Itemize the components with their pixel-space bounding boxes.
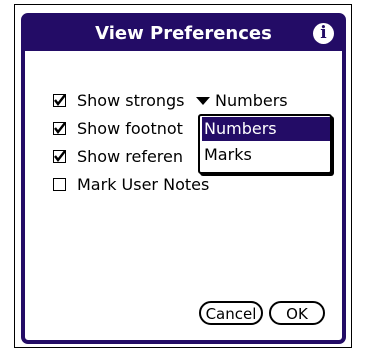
strongs-format-selector[interactable]: Numbers bbox=[196, 90, 288, 112]
checkbox-unchecked-icon[interactable] bbox=[53, 178, 66, 191]
checkbox-checked-icon[interactable] bbox=[53, 122, 66, 135]
option-label: Mark User Notes bbox=[77, 175, 210, 194]
strongs-format-popup: Numbers Marks bbox=[198, 114, 332, 174]
checkbox-checked-icon[interactable] bbox=[53, 94, 66, 107]
view-preferences-dialog: View Preferences i Show strongs Show foo… bbox=[21, 13, 346, 344]
option-label: Show referen bbox=[77, 147, 184, 166]
popup-option-numbers[interactable]: Numbers bbox=[202, 117, 330, 141]
triangle-down-icon bbox=[196, 96, 210, 105]
info-icon[interactable]: i bbox=[313, 23, 334, 44]
cancel-button[interactable]: Cancel bbox=[199, 301, 263, 325]
popup-option-marks[interactable]: Marks bbox=[202, 143, 330, 167]
dialog-title: View Preferences bbox=[95, 23, 272, 44]
checkbox-checked-icon[interactable] bbox=[53, 150, 66, 163]
title-bar: View Preferences i bbox=[25, 17, 342, 51]
ok-button[interactable]: OK bbox=[269, 301, 325, 325]
option-label: Show strongs bbox=[77, 91, 185, 110]
strongs-format-value: Numbers bbox=[215, 91, 288, 110]
info-glyph: i bbox=[320, 23, 327, 43]
option-label: Show footnot bbox=[77, 119, 183, 138]
